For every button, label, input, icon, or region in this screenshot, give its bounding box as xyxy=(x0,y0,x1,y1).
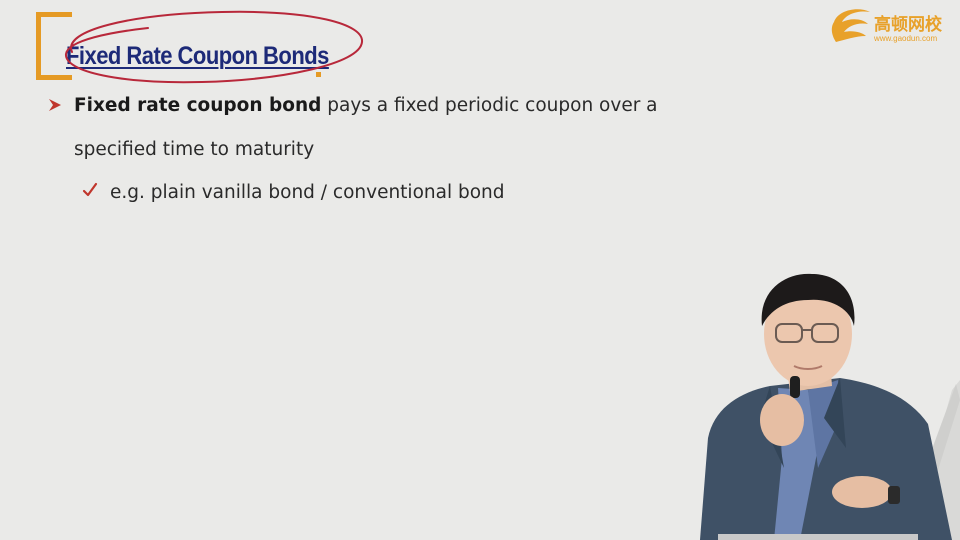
slide: Fixed Rate Coupon Bonds 高顿网校 www.gaodun.… xyxy=(0,0,960,540)
main-bullet-text: Fixed rate coupon bond pays a fixed peri… xyxy=(74,84,694,172)
logo-name: 高顿网校 xyxy=(874,15,942,35)
arrow-bullet-icon xyxy=(49,99,61,111)
logo-url: www.gaodun.com xyxy=(874,34,938,43)
sub-bullet-text: e.g. plain vanilla bond / conventional b… xyxy=(110,182,505,203)
main-bullet-bold: Fixed rate coupon bond xyxy=(74,95,322,116)
gaodun-logo-icon xyxy=(831,9,870,43)
presenter-video xyxy=(700,273,952,540)
annotation-ellipse xyxy=(64,10,364,84)
checkmark-icon xyxy=(82,182,98,197)
brand-logo: 高顿网校 www.gaodun.com xyxy=(828,4,958,48)
